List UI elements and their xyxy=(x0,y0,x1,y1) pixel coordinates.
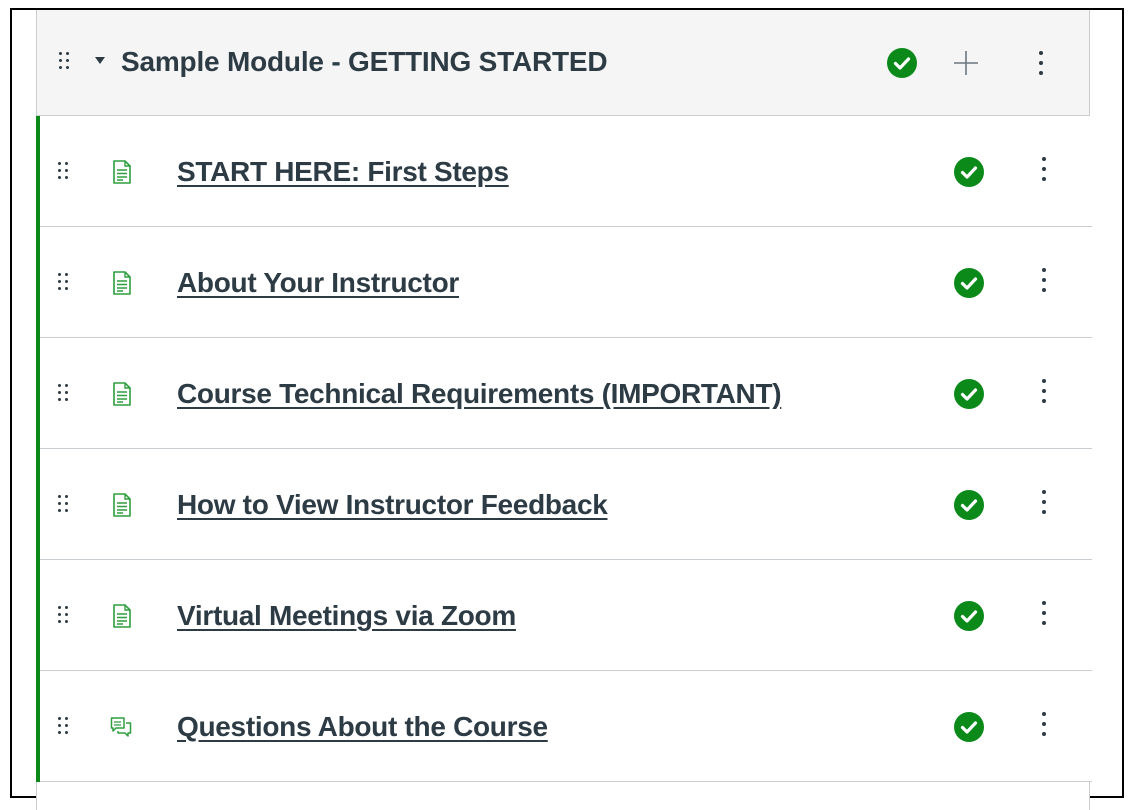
check-circle-icon xyxy=(887,48,917,78)
module-item-link[interactable]: Course Technical Requirements (IMPORTANT… xyxy=(177,378,782,410)
module-item-link[interactable]: Virtual Meetings via Zoom xyxy=(177,600,516,632)
check-circle-icon xyxy=(954,268,984,298)
kebab-icon[interactable] xyxy=(1041,601,1047,627)
page-icon xyxy=(112,160,132,184)
module-container: Sample Module - GETTING STARTED START HE… xyxy=(36,10,1092,810)
drag-handle-icon[interactable] xyxy=(58,162,70,184)
plus-icon[interactable] xyxy=(951,48,981,78)
module-item[interactable]: Questions About the Course xyxy=(40,671,1092,782)
kebab-icon[interactable] xyxy=(1038,51,1044,77)
drag-handle-icon[interactable] xyxy=(58,384,70,406)
module-header[interactable]: Sample Module - GETTING STARTED xyxy=(37,10,1089,116)
page-icon xyxy=(112,604,132,628)
page-icon xyxy=(112,382,132,406)
kebab-icon[interactable] xyxy=(1041,268,1047,294)
module-items-list: START HERE: First Steps About Your Instr… xyxy=(36,116,1092,782)
check-circle-icon xyxy=(954,601,984,631)
drag-handle-icon[interactable] xyxy=(58,495,70,517)
discussion-icon xyxy=(110,715,132,739)
module-item[interactable]: Virtual Meetings via Zoom xyxy=(40,560,1092,671)
module-item[interactable]: About Your Instructor xyxy=(40,227,1092,338)
drag-handle-icon[interactable] xyxy=(58,606,70,628)
kebab-icon[interactable] xyxy=(1041,490,1047,516)
module-item-link[interactable]: START HERE: First Steps xyxy=(177,156,509,188)
module-title[interactable]: Sample Module - GETTING STARTED xyxy=(121,46,608,78)
check-circle-icon xyxy=(954,712,984,742)
screenshot-frame: Sample Module - GETTING STARTED START HE… xyxy=(10,8,1124,810)
module-item-link[interactable]: About Your Instructor xyxy=(177,267,459,299)
collapse-caret-icon[interactable] xyxy=(95,57,105,64)
kebab-icon[interactable] xyxy=(1041,157,1047,183)
check-circle-icon xyxy=(954,157,984,187)
module-item-link[interactable]: Questions About the Course xyxy=(177,711,548,743)
module-item[interactable]: Course Technical Requirements (IMPORTANT… xyxy=(40,338,1092,449)
check-circle-icon xyxy=(954,490,984,520)
module-item[interactable]: START HERE: First Steps xyxy=(40,116,1092,227)
check-circle-icon xyxy=(954,379,984,409)
page-icon xyxy=(112,493,132,517)
kebab-icon[interactable] xyxy=(1041,712,1047,738)
drag-handle-icon[interactable] xyxy=(58,717,70,739)
kebab-icon[interactable] xyxy=(1041,379,1047,405)
drag-handle-icon[interactable] xyxy=(59,52,71,74)
module-item-link[interactable]: How to View Instructor Feedback xyxy=(177,489,608,521)
drag-handle-icon[interactable] xyxy=(58,273,70,295)
page-icon xyxy=(112,271,132,295)
module-item[interactable]: How to View Instructor Feedback xyxy=(40,449,1092,560)
